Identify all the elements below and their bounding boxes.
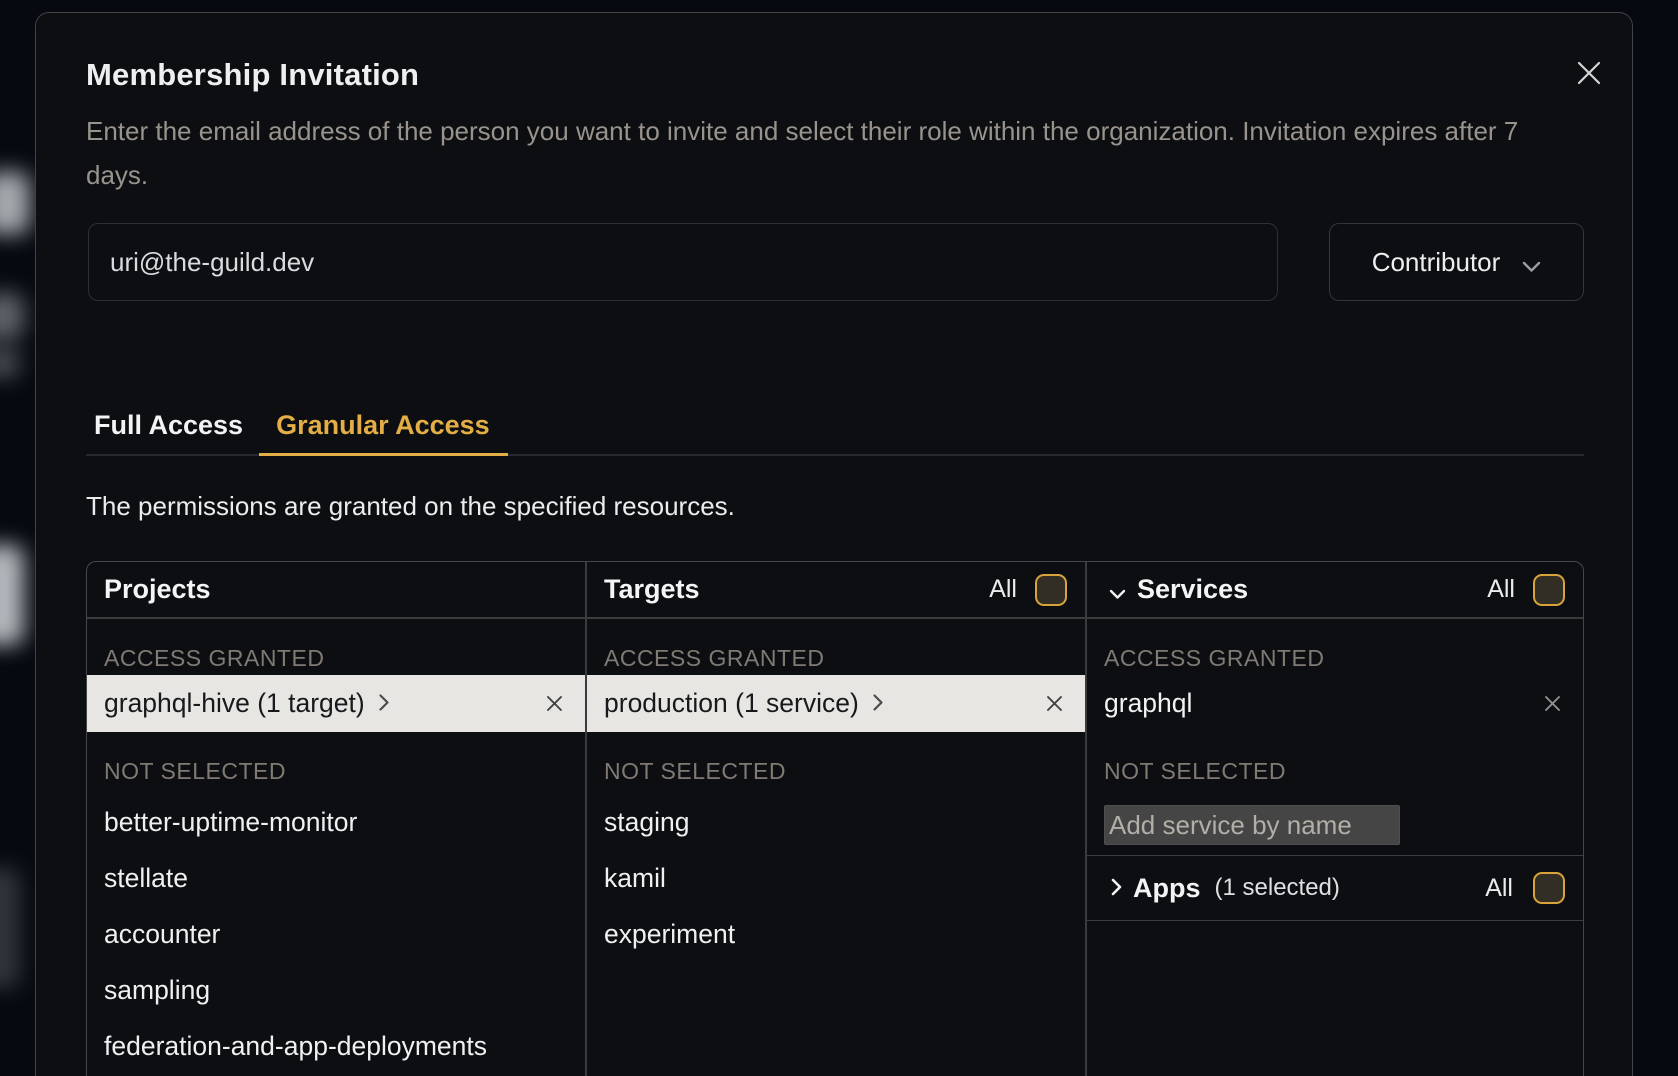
projects-header: Projects [87,562,585,619]
tab-granular-access[interactable]: Granular Access [259,396,508,454]
tab-full-access[interactable]: Full Access [86,396,259,454]
apps-expand-row[interactable]: Apps (1 selected) All [1087,855,1583,921]
selected-project-row[interactable]: graphql-hive (1 target) [87,675,585,732]
targets-all-checkbox[interactable] [1035,574,1067,606]
list-item[interactable]: experiment [587,906,1085,962]
backdrop-blur-artifact [0,348,20,378]
apps-all-checkbox[interactable] [1533,872,1565,904]
access-tabs: Full Access Granular Access [86,396,1584,456]
list-item[interactable]: accounter [87,906,585,962]
apps-label: Apps [1133,873,1201,904]
not-selected-label: NOT SELECTED [87,732,585,794]
targets-not-selected-list: stagingkamilexperiment [587,794,1085,962]
backdrop-blur-artifact [0,293,24,339]
selected-project-name: graphql-hive (1 target) [104,688,365,719]
x-icon [1046,695,1063,712]
email-input[interactable] [88,223,1278,301]
close-button[interactable] [1565,49,1613,97]
list-item[interactable]: stellate [87,850,585,906]
targets-header-label: Targets [604,574,700,605]
page-title: Membership Invitation [86,57,419,93]
apps-all-label: All [1485,874,1513,903]
not-selected-label: NOT SELECTED [1087,732,1583,794]
projects-column: Projects ACCESS GRANTED graphql-hive (1 … [87,562,587,1076]
services-column: Services All ACCESS GRANTED graphql NOT … [1087,562,1583,1076]
backdrop-blur-artifact [0,545,24,645]
remove-project-button[interactable] [546,695,563,712]
projects-header-label: Projects [104,574,211,605]
membership-invitation-modal: Membership Invitation Enter the email ad… [35,12,1633,1076]
add-service-input[interactable] [1104,805,1400,845]
projects-not-selected-list: better-uptime-monitorstellateaccountersa… [87,794,585,1074]
apps-selected-count: (1 selected) [1215,874,1340,902]
remove-target-button[interactable] [1046,695,1063,712]
list-item[interactable]: better-uptime-monitor [87,794,585,850]
selected-service-name: graphql [1104,688,1192,719]
screen: Membership Invitation Enter the email ad… [0,0,1678,1076]
backdrop-blur-artifact [0,172,30,234]
close-icon [1576,60,1602,86]
chevron-right-icon [378,693,390,717]
backdrop-blur-artifact [0,868,20,988]
remove-service-button[interactable] [1544,695,1561,712]
list-item[interactable]: federation-and-app-deployments [87,1018,585,1074]
role-select-value: Contributor [1372,247,1501,278]
not-selected-label: NOT SELECTED [587,732,1085,794]
access-granted-label: ACCESS GRANTED [587,619,1085,675]
list-item[interactable]: kamil [587,850,1085,906]
selected-service-row[interactable]: graphql [1087,675,1583,732]
access-granted-label: ACCESS GRANTED [87,619,585,675]
chevron-right-icon [872,693,884,717]
permissions-note: The permissions are granted on the speci… [86,491,735,522]
permissions-table: Projects ACCESS GRANTED graphql-hive (1 … [86,561,1584,1076]
selected-target-row[interactable]: production (1 service) [587,675,1085,732]
selected-target-name: production (1 service) [604,688,859,719]
role-select[interactable]: Contributor [1329,223,1584,301]
list-item[interactable]: staging [587,794,1085,850]
services-header[interactable]: Services All [1087,562,1583,619]
x-icon [1544,695,1561,712]
chevron-down-icon [1522,249,1541,280]
targets-column: Targets All ACCESS GRANTED production (1… [587,562,1087,1076]
access-granted-label: ACCESS GRANTED [1087,619,1583,675]
chevron-right-icon [1111,878,1122,901]
modal-description: Enter the email address of the person yo… [86,109,1582,197]
chevron-down-icon [1109,576,1126,607]
targets-header: Targets All [587,562,1085,619]
services-all-checkbox[interactable] [1533,574,1565,606]
x-icon [546,695,563,712]
targets-all-label: All [989,575,1017,604]
list-item[interactable]: sampling [87,962,585,1018]
services-all-label: All [1487,575,1515,604]
services-header-label: Services [1137,574,1248,605]
